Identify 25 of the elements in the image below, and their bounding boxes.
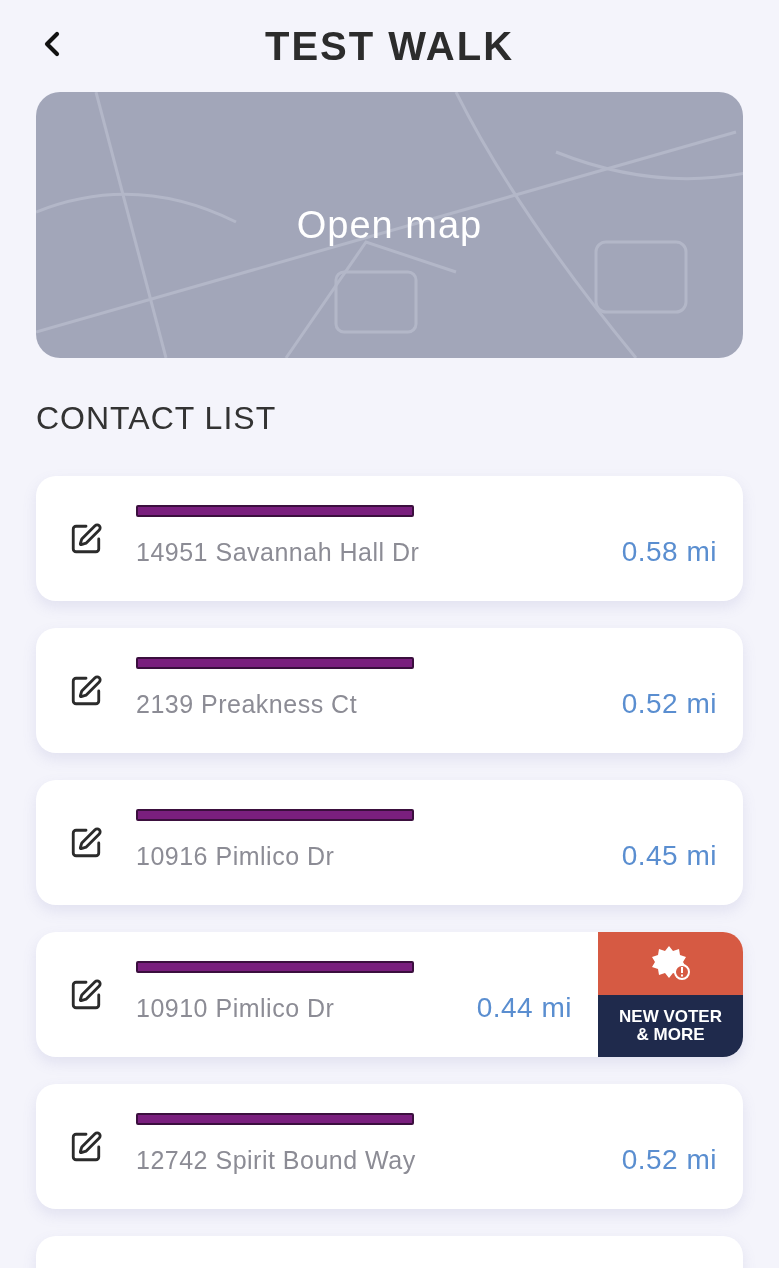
contact-distance: 0.52 mi (621, 1142, 717, 1177)
contact-card[interactable]: 10916 Pimlico Dr 0.45 mi (36, 780, 743, 905)
open-map-label: Open map (296, 202, 483, 248)
contact-card[interactable]: 10910 Pimlico Dr 0.44 mi NEW VOTER & MORE (36, 932, 743, 1057)
contact-distance: 0.52 mi (621, 686, 717, 721)
edit-icon[interactable] (69, 977, 103, 1012)
edit-icon[interactable] (69, 825, 103, 860)
contact-card[interactable]: 12742 Spirit Bound Way 0.52 mi (36, 1084, 743, 1209)
contact-distance: 0.58 mi (621, 534, 717, 569)
section-heading: CONTACT LIST (36, 399, 278, 438)
edit-icon[interactable] (69, 1129, 103, 1164)
contact-card[interactable]: 2139 Preakness Ct 0.52 mi (36, 628, 743, 753)
contact-address: 10916 Pimlico Dr (136, 840, 335, 872)
contact-address: 2139 Preakness Ct (136, 688, 358, 720)
contact-card[interactable]: 14951 Savannah Hall Dr 0.58 mi (36, 476, 743, 601)
map-preview[interactable]: Open map (36, 92, 743, 358)
edit-icon[interactable] (69, 673, 103, 708)
contact-distance: 0.45 mi (621, 838, 717, 873)
contact-address: 10910 Pimlico Dr (136, 992, 335, 1024)
page-title: TEST WALK (264, 23, 515, 70)
badge-label: NEW VOTER & MORE (618, 1007, 723, 1044)
edit-icon[interactable] (69, 521, 103, 556)
contact-address: 12742 Spirit Bound Way (136, 1144, 416, 1176)
contact-distance: 0.44 mi (476, 990, 572, 1025)
contact-address: 14951 Savannah Hall Dr (136, 536, 420, 568)
